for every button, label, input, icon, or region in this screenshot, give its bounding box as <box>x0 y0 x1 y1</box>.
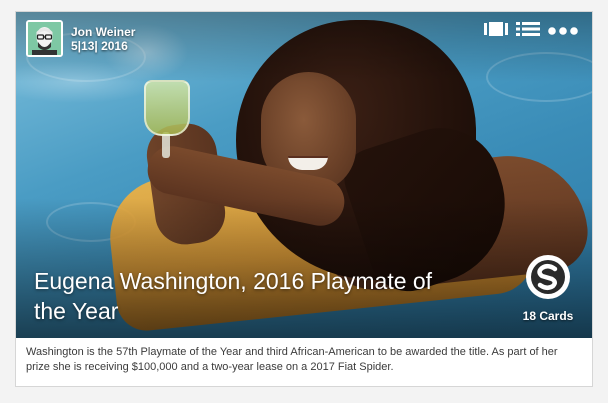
author-name[interactable]: Jon Weiner <box>71 25 135 39</box>
post-caption: Washington is the 57th Playmate of the Y… <box>26 346 558 373</box>
list-view-icon[interactable] <box>516 22 540 41</box>
hero-image[interactable]: Jon Weiner 5|13| 2016 Eugena Washington,… <box>16 12 592 338</box>
avatar[interactable] <box>26 20 63 57</box>
post-title[interactable]: Eugena Washington, 2016 Playmate of the … <box>34 266 464 326</box>
cards-count: 18 Cards <box>522 309 574 323</box>
author-info[interactable]: Jon Weiner 5|13| 2016 <box>26 20 135 57</box>
avatar-illustration-icon <box>28 22 61 55</box>
cards-badge[interactable]: 18 Cards <box>520 254 576 323</box>
post-date: 5|13| 2016 <box>71 38 128 53</box>
stack-logo-icon <box>526 255 570 299</box>
view-toolbar <box>476 22 578 41</box>
story-card[interactable]: Jon Weiner 5|13| 2016 Eugena Washington,… <box>15 11 593 387</box>
more-icon[interactable] <box>548 23 578 41</box>
card-view-icon[interactable] <box>484 22 508 41</box>
